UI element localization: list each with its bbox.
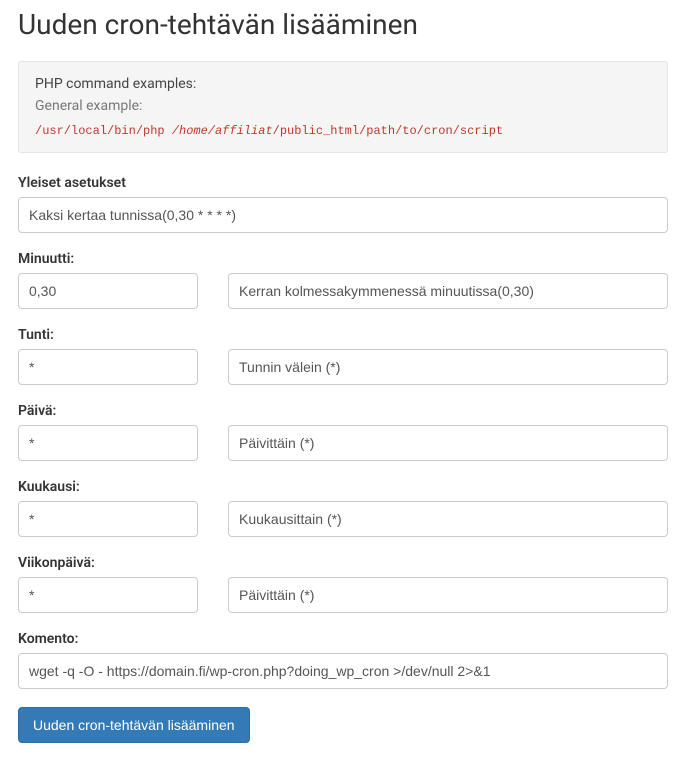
command-label: Komento: (18, 631, 668, 647)
info-code: /usr/local/bin/php /home/affiliat/public… (35, 124, 651, 138)
month-label: Kuukausi: (18, 479, 668, 495)
info-line1: PHP command examples: (35, 76, 651, 92)
general-select[interactable]: Kaksi kertaa tunnissa(0,30 * * * *) (18, 197, 668, 233)
minute-input[interactable] (18, 273, 198, 309)
hour-label: Tunti: (18, 327, 668, 343)
hour-input[interactable] (18, 349, 198, 385)
info-box: PHP command examples: General example: /… (18, 61, 668, 153)
weekday-select[interactable]: Päivittäin (*) (228, 577, 668, 613)
minute-select[interactable]: Kerran kolmessakymmenessä minuutissa(0,3… (228, 273, 668, 309)
page-title: Uuden cron-tehtävän lisääminen (18, 8, 668, 41)
code-part3: /public_html/path/to/cron/script (273, 124, 503, 138)
info-line2: General example: (35, 98, 651, 114)
code-part1: /usr/local/bin/php (35, 124, 172, 138)
hour-select[interactable]: Tunnin välein (*) (228, 349, 668, 385)
code-part2: /home/affiliat (172, 124, 273, 138)
general-label: Yleiset asetukset (18, 175, 668, 191)
submit-button[interactable]: Uuden cron-tehtävän lisääminen (18, 707, 250, 743)
weekday-label: Viikonpäivä: (18, 555, 668, 571)
day-select[interactable]: Päivittäin (*) (228, 425, 668, 461)
command-input[interactable] (18, 653, 668, 689)
month-select[interactable]: Kuukausittain (*) (228, 501, 668, 537)
day-label: Päivä: (18, 403, 668, 419)
month-input[interactable] (18, 501, 198, 537)
minute-label: Minuutti: (18, 251, 668, 267)
weekday-input[interactable] (18, 577, 198, 613)
day-input[interactable] (18, 425, 198, 461)
